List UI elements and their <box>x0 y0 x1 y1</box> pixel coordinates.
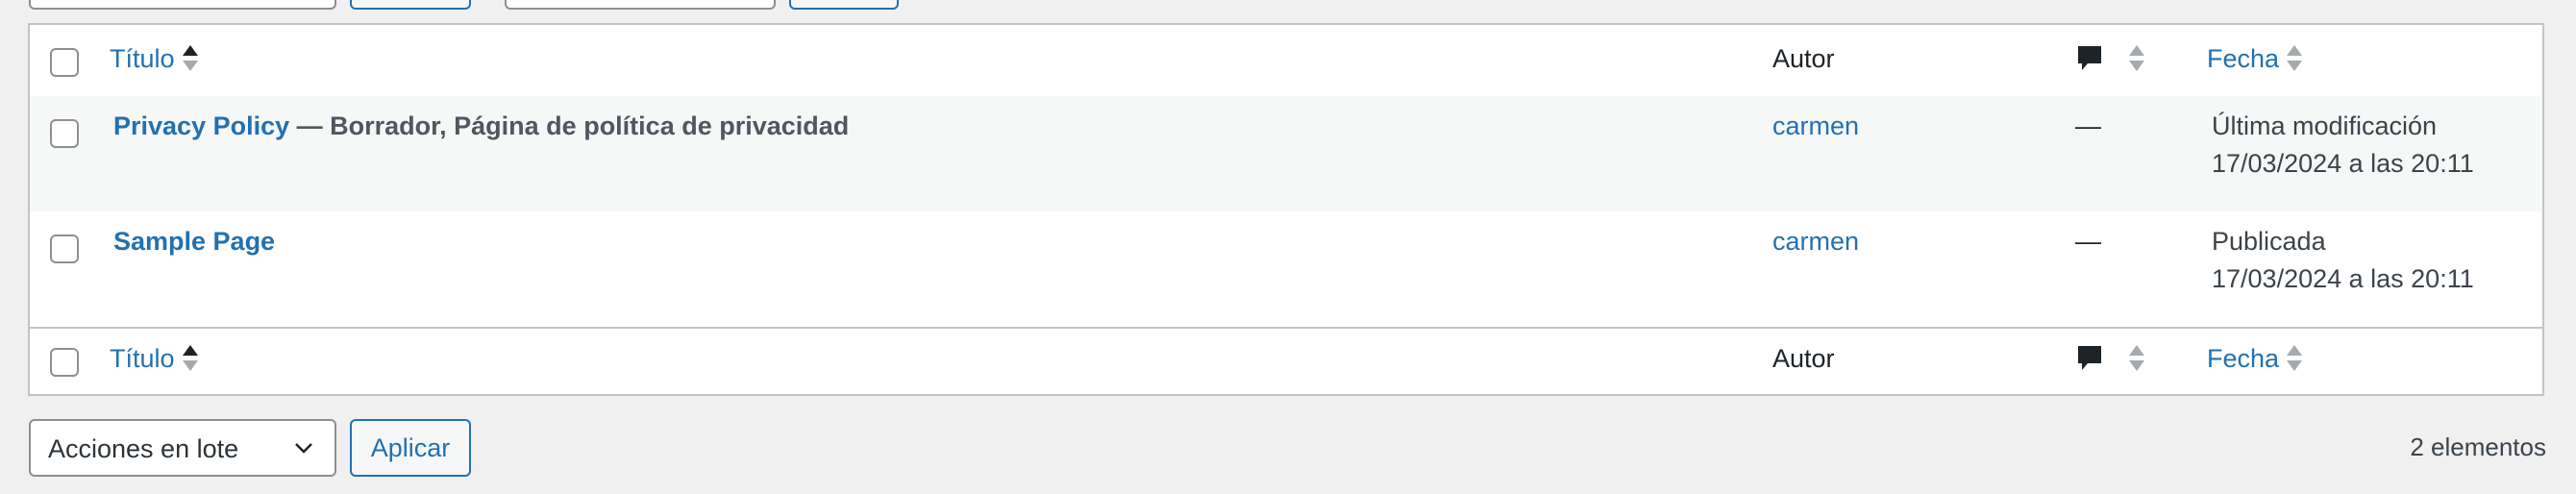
comment-bubble-icon <box>2078 46 2101 70</box>
items-count: 2 elementos <box>2410 432 2546 461</box>
top-bulk-select[interactable] <box>29 0 336 10</box>
row-title-cell: Privacy Policy — Borrador, Página de pol… <box>113 108 849 144</box>
table-header: Título Autor Fecha <box>30 25 2542 98</box>
row-date-value: 17/03/2024 a las 20:11 <box>2212 264 2474 293</box>
column-title-label[interactable]: Título <box>110 44 175 73</box>
row-title-cell: Sample Page <box>113 223 275 259</box>
table-footer: Título Autor Fecha <box>30 327 2542 394</box>
top-filter-button[interactable] <box>789 0 899 10</box>
select-all-checkbox-footer[interactable] <box>50 348 79 377</box>
sort-arrows-icon[interactable] <box>182 344 198 373</box>
column-title-label[interactable]: Título <box>110 344 175 373</box>
bulk-actions-selected: Acciones en lote <box>48 434 239 463</box>
row-checkbox[interactable] <box>50 235 79 263</box>
column-date-label[interactable]: Fecha <box>2207 344 2279 373</box>
chevron-down-icon <box>295 443 312 454</box>
sort-arrows-icon[interactable] <box>182 44 198 73</box>
row-author-link[interactable]: carmen <box>1772 108 1859 144</box>
top-filter-select[interactable] <box>505 0 776 10</box>
row-date-status: Publicada <box>2212 227 2326 256</box>
sort-arrows-icon[interactable] <box>2129 344 2144 373</box>
apply-button[interactable]: Aplicar <box>350 419 471 477</box>
bulk-actions-select[interactable]: Acciones en lote <box>29 419 336 477</box>
sort-arrows-icon[interactable] <box>2287 344 2303 373</box>
column-title-header[interactable]: Título <box>110 40 198 77</box>
row-date-value: 17/03/2024 a las 20:11 <box>2212 149 2474 178</box>
column-author-header: Autor <box>1772 44 1835 73</box>
select-all-checkbox[interactable] <box>50 48 79 77</box>
pages-table: Título Autor Fecha Privacy Policy — Borr… <box>28 23 2544 396</box>
row-author-link[interactable]: carmen <box>1772 223 1859 259</box>
row-comments: — <box>2075 111 2101 140</box>
top-apply-button[interactable] <box>350 0 471 10</box>
row-checkbox[interactable] <box>50 119 79 148</box>
column-date-footer[interactable]: Fecha <box>2207 340 2303 377</box>
row-date-status: Última modificación <box>2212 111 2438 140</box>
column-title-footer[interactable]: Título <box>110 340 198 377</box>
row-title-link[interactable]: Privacy Policy <box>113 111 289 140</box>
table-row: Privacy Policy — Borrador, Página de pol… <box>30 96 2542 211</box>
sort-arrows-icon[interactable] <box>2287 44 2303 73</box>
column-date-label[interactable]: Fecha <box>2207 44 2279 73</box>
column-author-footer: Autor <box>1772 344 1835 373</box>
sort-arrows-icon[interactable] <box>2129 44 2144 73</box>
column-date-header[interactable]: Fecha <box>2207 40 2303 77</box>
table-row: Sample Page carmen — Publicada 17/03/202… <box>30 211 2542 327</box>
comment-bubble-icon <box>2078 346 2101 370</box>
row-title-link[interactable]: Sample Page <box>113 227 275 256</box>
row-comments: — <box>2075 227 2101 256</box>
row-post-state: — Borrador, Página de política de privac… <box>289 111 850 140</box>
